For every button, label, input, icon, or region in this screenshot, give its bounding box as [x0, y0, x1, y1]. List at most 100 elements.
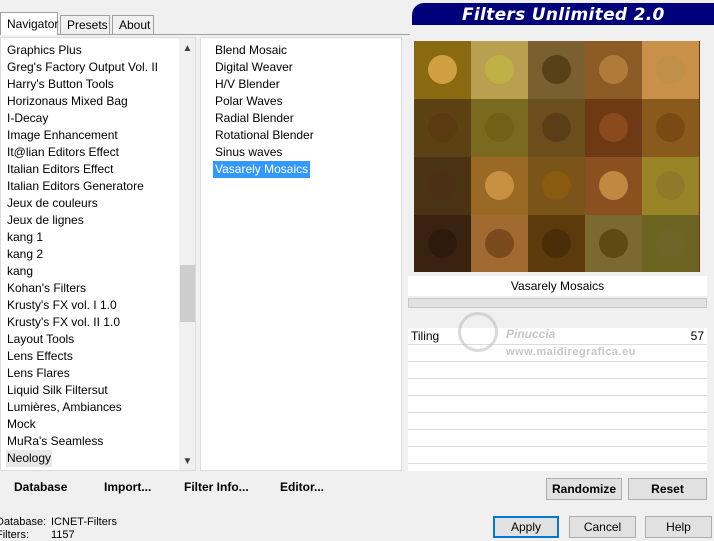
tab-divider	[0, 34, 410, 35]
category-item[interactable]: Jeux de lignes	[6, 212, 85, 229]
tab-bar: Navigator Presets About	[0, 0, 410, 35]
category-item[interactable]: Image Enhancement	[6, 127, 119, 144]
filter-preview	[414, 41, 700, 272]
filter-item[interactable]: Digital Weaver	[213, 59, 295, 76]
mosaic-tile	[528, 99, 585, 157]
category-item[interactable]: Mock	[6, 416, 37, 433]
mosaic-tile	[471, 215, 528, 272]
mosaic-tile	[471, 99, 528, 157]
category-item[interactable]: MuRa's Seamless	[6, 433, 104, 450]
mosaic-circle	[656, 229, 685, 258]
mosaic-tile	[528, 157, 585, 215]
tab-about[interactable]: About	[112, 15, 154, 34]
mosaic-circle	[485, 229, 514, 258]
mosaic-circle	[542, 171, 571, 200]
category-list[interactable]: Graphics Plus Greg's Factory Output Vol. …	[0, 37, 196, 471]
database-button[interactable]: Database	[14, 480, 67, 494]
mosaic-circle	[599, 229, 628, 258]
mosaic-tile	[585, 215, 642, 272]
parameter-row	[408, 345, 707, 362]
import-button[interactable]: Import...	[104, 480, 151, 494]
mosaic-tile	[642, 157, 699, 215]
mosaic-circle	[599, 55, 628, 84]
category-item[interactable]: Krusty's FX vol. II 1.0	[6, 314, 121, 331]
mosaic-tile	[585, 41, 642, 99]
scroll-up-icon[interactable]: ▲	[179, 40, 195, 57]
reset-button[interactable]: Reset	[628, 478, 707, 500]
mosaic-tile	[414, 215, 471, 272]
mosaic-circle	[599, 113, 628, 142]
filter-item[interactable]: Rotational Blender	[213, 127, 316, 144]
parameter-row	[408, 396, 707, 413]
tab-about-label: About	[119, 18, 151, 32]
category-item[interactable]: Neology	[6, 450, 53, 467]
category-item[interactable]: Graphics Plus	[6, 42, 83, 59]
randomize-button[interactable]: Randomize	[546, 478, 622, 500]
parameter-panel: Tiling 57	[408, 328, 707, 471]
mosaic-circle	[656, 113, 685, 142]
mosaic-circle	[656, 171, 685, 200]
filters-info-value: 1157	[51, 529, 75, 541]
mosaic-circle	[656, 55, 685, 84]
category-item[interactable]: Layout Tools	[6, 331, 75, 348]
tab-presets[interactable]: Presets	[60, 15, 110, 34]
tab-presets-label: Presets	[67, 18, 108, 32]
mosaic-tile	[642, 41, 699, 99]
filter-item[interactable]: Vasarely Mosaics	[213, 161, 311, 178]
filter-list[interactable]: Blend Mosaic Digital Weaver H/V Blender Pol…	[200, 37, 402, 471]
category-item[interactable]: Lumières, Ambiances	[6, 399, 123, 416]
filter-info-button[interactable]: Filter Info...	[184, 480, 249, 494]
category-item[interactable]: Lens Effects	[6, 348, 74, 365]
parameter-row	[408, 447, 707, 464]
parameter-row	[408, 413, 707, 430]
category-item[interactable]: I-Decay	[6, 110, 49, 127]
mosaic-circle	[599, 171, 628, 200]
mosaic-circle	[485, 55, 514, 84]
category-item[interactable]: Italian Editors Generatore	[6, 178, 145, 195]
mosaic-tile	[642, 99, 699, 157]
category-item[interactable]: Horizonaus Mixed Bag	[6, 93, 129, 110]
filters-info-label: Filters:	[0, 529, 29, 541]
mosaic-tile	[528, 215, 585, 272]
mosaic-circle	[428, 55, 457, 84]
mosaic-tile	[414, 99, 471, 157]
tab-navigator[interactable]: Navigator	[0, 12, 58, 35]
cancel-button[interactable]: Cancel	[569, 516, 636, 538]
category-item[interactable]: Krusty's FX vol. I 1.0	[6, 297, 118, 314]
category-item[interactable]: Jeux de couleurs	[6, 195, 99, 212]
mosaic-circle	[485, 171, 514, 200]
editor-button[interactable]: Editor...	[280, 480, 324, 494]
category-item[interactable]: kang 2	[6, 246, 44, 263]
mosaic-tile	[585, 157, 642, 215]
mosaic-tile	[585, 99, 642, 157]
apply-button[interactable]: Apply	[493, 516, 559, 538]
parameter-row	[408, 362, 707, 379]
category-item[interactable]: Kohan's Filters	[6, 280, 87, 297]
filter-item[interactable]: H/V Blender	[213, 76, 282, 93]
parameter-header-bar	[408, 298, 707, 308]
mosaic-circle	[428, 113, 457, 142]
filter-item[interactable]: Blend Mosaic	[213, 42, 289, 59]
category-item[interactable]: Harry's Button Tools	[6, 76, 115, 93]
category-item[interactable]: It@lian Editors Effect	[6, 144, 120, 161]
app-title: Filters Unlimited 2.0	[462, 5, 665, 25]
category-item[interactable]: kang	[6, 263, 34, 280]
filter-item[interactable]: Radial Blender	[213, 110, 296, 127]
parameter-row[interactable]: Tiling 57	[408, 328, 707, 345]
category-item[interactable]: Liquid Silk Filtersut	[6, 382, 109, 399]
parameter-row	[408, 430, 707, 447]
filter-name-label: Vasarely Mosaics	[408, 276, 707, 296]
mosaic-circle	[485, 113, 514, 142]
app-banner: Filters Unlimited 2.0	[412, 3, 714, 25]
filter-item[interactable]: Sinus waves	[213, 144, 284, 161]
category-item[interactable]: kang 1	[6, 229, 44, 246]
category-item[interactable]: Lens Flares	[6, 365, 71, 382]
scroll-down-icon[interactable]: ▼	[179, 453, 195, 470]
help-button[interactable]: Help	[645, 516, 712, 538]
scroll-thumb[interactable]	[180, 265, 195, 322]
category-item[interactable]: Greg's Factory Output Vol. II	[6, 59, 159, 76]
filter-item[interactable]: Polar Waves	[213, 93, 285, 110]
mosaic-circle	[542, 229, 571, 258]
category-item[interactable]: Italian Editors Effect	[6, 161, 115, 178]
category-scrollbar[interactable]: ▲ ▼	[179, 38, 195, 470]
